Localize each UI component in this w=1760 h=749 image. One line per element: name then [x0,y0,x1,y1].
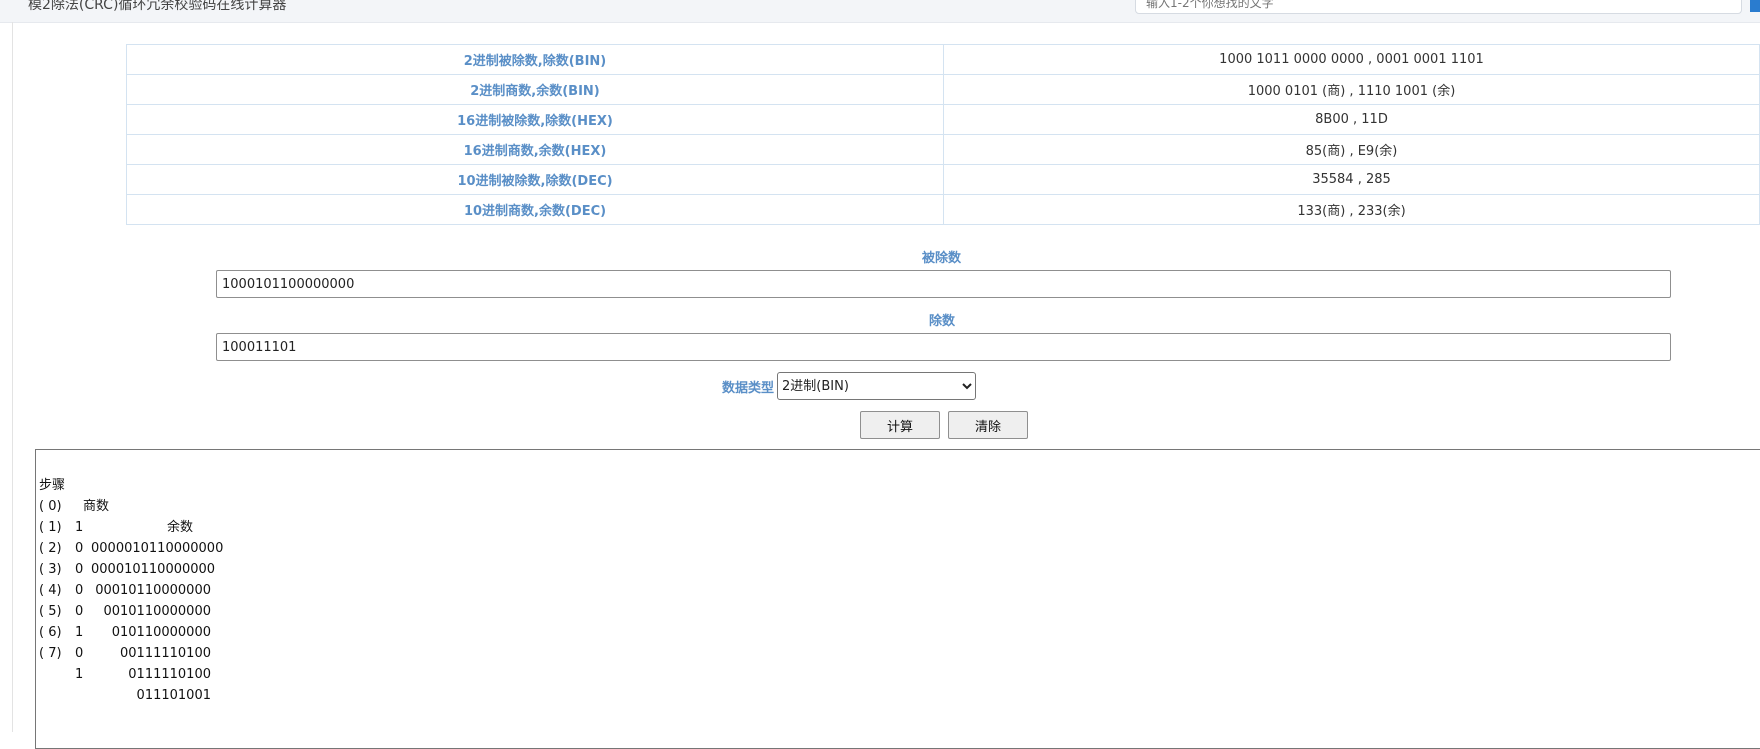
table-row: 10进制商数,余数(DEC) 133(商) , 233(余) [126,194,1760,225]
remainder-bits: 0111110100 [128,667,211,682]
top-bar: 模2除法(CRC)循环冗余校验码在线计算器 [0,0,1760,23]
result-value: 35584 , 285 [943,164,1760,195]
search-input[interactable] [1136,0,1741,13]
divisor-label: 除数 [929,314,956,329]
dividend-input[interactable] [216,270,1671,298]
search-button[interactable] [1750,0,1760,12]
result-value: 1000 1011 0000 0000 , 0001 0001 1101 [943,44,1760,75]
output-row: ( 2) 0 00010110000000 [39,517,1760,598]
table-row: 16进制被除数,除数(HEX) 8B00 , 11D [126,104,1760,135]
output-row: ( 0) 1 0000010110000000 [39,475,1760,556]
result-value: 1000 0101 (商) , 1110 1001 (余) [943,74,1760,105]
clear-button[interactable]: 清除 [948,411,1028,439]
result-key: 16进制商数,余数(HEX) [126,134,944,165]
table-row: 16进制商数,余数(HEX) 85(商) , E9(余) [126,134,1760,165]
remainder-bits: 011101001 [136,688,211,703]
content-frame-border [12,22,13,732]
dividend-label: 被除数 [922,251,962,266]
output-row: ( 5) 1 00111110100 [39,580,1760,661]
result-value: 8B00 , 11D [943,104,1760,135]
output-row: ( 4) 0 010110000000 [39,559,1760,640]
result-key: 10进制被除数,除数(DEC) [126,164,944,195]
result-key: 2进制被除数,除数(BIN) [126,44,944,75]
page-title: 模2除法(CRC)循环冗余校验码在线计算器 [28,0,287,13]
table-row: 2进制被除数,除数(BIN) 1000 1011 0000 0000 , 000… [126,44,1760,75]
quotient-bit: 0 [75,646,84,661]
result-value: 133(商) , 233(余) [943,194,1760,225]
output-row: ( 3) 0 0010110000000 [39,538,1760,619]
table-row: 2进制商数,余数(BIN) 1000 0101 (商) , 1110 1001 … [126,74,1760,105]
output-textarea[interactable]: 步骤 商数 余数 ( 0) 1 0000010110000000 ( 1) 0 … [35,449,1760,749]
divisor-input[interactable] [216,333,1671,361]
result-key: 10进制商数,余数(DEC) [126,194,944,225]
output-row: ( 7) 1 011101001 [39,622,1760,703]
result-value: 85(商) , E9(余) [943,134,1760,165]
results-table: 2进制被除数,除数(BIN) 1000 1011 0000 0000 , 000… [126,44,1760,225]
output-row: ( 1) 0 000010110000000 [39,496,1760,577]
result-key: 16进制被除数,除数(HEX) [126,104,944,135]
search-box[interactable] [1135,0,1742,14]
remainder-bits: 00111110100 [120,646,211,661]
quotient-bit: 1 [75,667,84,682]
result-key: 2进制商数,余数(BIN) [126,74,944,105]
step-number: ( 7) [39,646,62,661]
data-type-select[interactable]: 2进制(BIN) [777,372,977,400]
output-header-row: 步骤 商数 余数 [39,454,1760,535]
output-row: ( 6) 0 0111110100 [39,601,1760,682]
calculate-button[interactable]: 计算 [860,411,940,439]
data-type-row: 数据类型 2进制(BIN) [722,372,977,400]
table-row: 10进制被除数,除数(DEC) 35584 , 285 [126,164,1760,195]
data-type-label: 数据类型 [722,380,775,396]
